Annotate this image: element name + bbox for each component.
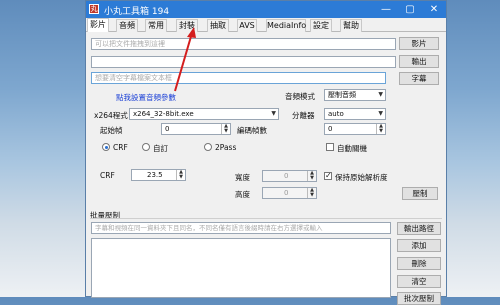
x264-select[interactable]: x264_32-8bit.exe ▼: [129, 108, 279, 120]
width-label: 寬度: [235, 173, 250, 182]
audio-settings-link[interactable]: 點我設置音頻參數: [116, 92, 176, 103]
crf-radio-label: CRF: [113, 143, 128, 152]
app-window: 丸 小丸工具箱 194 — ▢ ✕ 影片 音頻 常用 封裝 抽取 AVS Med…: [85, 0, 447, 305]
width-spinner[interactable]: 0 ▲ ▼: [262, 170, 317, 182]
crf-label: CRF: [100, 171, 115, 180]
crf-value: 23.5: [147, 171, 163, 179]
crf-spinner[interactable]: 23.5 ▲ ▼: [131, 169, 186, 181]
chevron-down-icon: ▼: [271, 110, 276, 117]
splitter-select[interactable]: auto ▼: [324, 108, 386, 120]
start-frame-label: 起始幀: [100, 126, 123, 135]
title-bar: 丸 小丸工具箱 194 — ▢ ✕: [86, 1, 446, 18]
audio-mode-value: 壓制音頻: [328, 91, 356, 99]
output-browse-button[interactable]: 輸出: [399, 55, 439, 68]
keep-resolution-label: 保持原始解析度: [335, 173, 388, 182]
video-browse-button[interactable]: 影片: [399, 37, 439, 50]
x264-value: x264_32-8bit.exe: [133, 110, 194, 118]
keep-resolution-checkbox[interactable]: [324, 171, 332, 180]
chevron-down-icon: ▼: [378, 110, 383, 117]
batch-delete-button[interactable]: 刪除: [397, 257, 441, 270]
custom-radio-label: 自訂: [153, 144, 168, 153]
audio-mode-select[interactable]: 壓制音頻 ▼: [324, 89, 386, 101]
height-label: 高度: [235, 190, 250, 199]
tab-common[interactable]: 常用: [145, 19, 167, 32]
batch-clear-button[interactable]: 清空: [397, 275, 441, 288]
2pass-radio-label: 2Pass: [215, 143, 237, 152]
tab-extract[interactable]: 抽取: [207, 19, 229, 32]
minimize-button[interactable]: —: [374, 1, 398, 18]
crf-radio[interactable]: [102, 143, 110, 151]
batch-file-list[interactable]: [91, 238, 391, 298]
splitter-value: auto: [328, 110, 344, 118]
tab-video[interactable]: 影片: [87, 18, 109, 32]
2pass-radio[interactable]: [204, 143, 212, 151]
video-input-field[interactable]: 可以把文件拖拽到這裡: [91, 38, 396, 50]
custom-radio[interactable]: [142, 143, 150, 151]
tab-settings[interactable]: 設定: [310, 19, 332, 32]
auto-shutdown-label: 自動關機: [337, 144, 367, 153]
tab-audio[interactable]: 音頻: [116, 19, 138, 32]
tab-mediainfo[interactable]: MediaInfo: [266, 19, 306, 32]
batch-encode-button[interactable]: 批次壓制: [397, 292, 441, 305]
frames-spinner[interactable]: 0 ▲ ▼: [324, 123, 386, 135]
maximize-button[interactable]: ▢: [398, 1, 422, 18]
batch-add-button[interactable]: 添加: [397, 239, 441, 252]
close-button[interactable]: ✕: [422, 1, 446, 18]
tab-help[interactable]: 幫助: [340, 19, 362, 32]
x264-label: x264程式: [94, 111, 128, 120]
video-output-field[interactable]: [91, 56, 396, 68]
app-logo-icon: 丸: [89, 4, 99, 14]
frames-label: 編碼幀數: [237, 126, 267, 135]
tab-avs[interactable]: AVS: [237, 19, 257, 32]
subtitle-input-field[interactable]: 想要清空字幕檔案文本框: [91, 72, 386, 84]
start-frame-value: 0: [165, 125, 170, 133]
chevron-down-icon: ▼: [378, 91, 383, 98]
tab-bar: 影片 音頻 常用 封裝 抽取 AVS MediaInfo 設定 幫助: [86, 18, 446, 32]
audio-mode-label: 音頻模式: [285, 92, 315, 101]
height-value: 0: [284, 189, 289, 197]
window-title: 小丸工具箱 194: [104, 7, 170, 17]
auto-shutdown-checkbox[interactable]: [326, 143, 334, 151]
spinner-arrows-icon[interactable]: ▲ ▼: [307, 188, 316, 198]
encode-button[interactable]: 壓制: [402, 187, 438, 200]
frames-value: 0: [328, 125, 333, 133]
subtitle-browse-button[interactable]: 字幕: [399, 72, 439, 85]
spinner-arrows-icon[interactable]: ▲ ▼: [221, 124, 230, 134]
batch-hint-field[interactable]: 字幕和視頻在同一資料夾下且同名，不同名僅有語言後綴時請在右方選擇或輸入: [91, 222, 391, 234]
start-frame-spinner[interactable]: 0 ▲ ▼: [161, 123, 231, 135]
annotation-arrow: [174, 27, 196, 92]
splitter-label: 分離器: [292, 111, 315, 120]
spinner-arrows-icon[interactable]: ▲ ▼: [376, 124, 385, 134]
batch-section-label: 批量壓制: [90, 211, 120, 220]
spinner-arrows-icon[interactable]: ▲ ▼: [176, 170, 185, 180]
section-divider: [90, 218, 442, 219]
height-spinner[interactable]: 0 ▲ ▼: [262, 187, 317, 199]
width-value: 0: [284, 172, 289, 180]
spinner-arrows-icon[interactable]: ▲ ▼: [307, 171, 316, 181]
batch-output-path-button[interactable]: 輸出路徑: [397, 222, 441, 235]
